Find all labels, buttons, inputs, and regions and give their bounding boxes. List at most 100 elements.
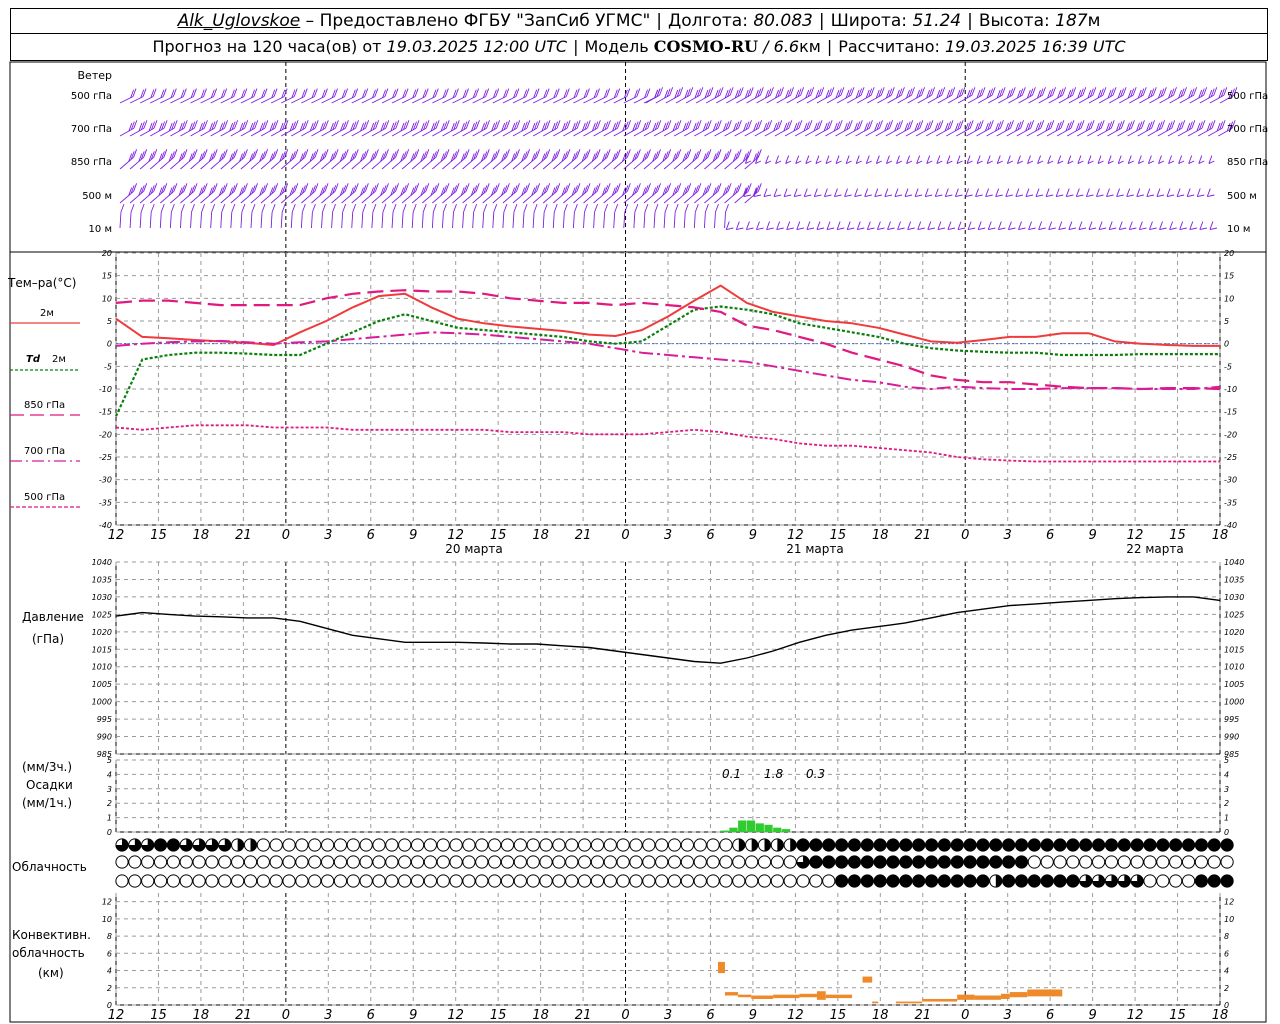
- wind-barb-staff: [1129, 227, 1137, 231]
- wind-barb-staff: [210, 212, 213, 229]
- wind-barb-staff: [391, 212, 394, 229]
- wind-barb-feather: [573, 203, 578, 213]
- wind-barb-feather: [536, 120, 541, 129]
- wind-barb-staff: [746, 227, 754, 231]
- wind-barb-feather: [1018, 221, 1022, 230]
- wind-barb-staff: [1119, 227, 1127, 231]
- wind-barb-feather: [324, 149, 329, 158]
- wind-barb-staff: [1106, 194, 1114, 198]
- cloud-empty: [410, 855, 425, 869]
- wind-barb-staff: [552, 212, 555, 229]
- wind-barb-staff: [894, 194, 903, 198]
- cloud-cover-symbol: [1053, 838, 1067, 852]
- cloud-cover-symbol: [1181, 874, 1196, 888]
- cloud-full: [886, 874, 900, 888]
- cloud-cover-symbol: [526, 838, 540, 852]
- cloud-cover-symbol: [423, 874, 437, 888]
- wind-barb: [995, 188, 1003, 198]
- wind-barb-feather: [1162, 87, 1167, 96]
- wind-barb-staff: [995, 194, 1003, 198]
- wind-barb-feather: [937, 221, 942, 230]
- cloud-full: [860, 855, 874, 869]
- wind-barb: [957, 221, 966, 231]
- wind-barb: [936, 155, 943, 164]
- wind-barb-feather: [1042, 87, 1046, 96]
- cloud-cover-symbol: [899, 838, 913, 852]
- wind-barb: [1018, 221, 1026, 231]
- cloud-cover-symbol: [1207, 838, 1221, 852]
- cloud-empty: [513, 838, 527, 852]
- wind-barb-staff: [847, 227, 855, 231]
- wind-barb-feather: [800, 87, 805, 96]
- wind-barb-feather: [1146, 188, 1151, 197]
- wind-barb-feather: [516, 120, 521, 129]
- wind-barb-feather: [667, 149, 672, 158]
- wind-barb-feather: [674, 203, 679, 213]
- wind-barb-feather: [951, 87, 956, 96]
- wind-barb-staff: [169, 212, 172, 229]
- wind-barb-staff: [351, 212, 354, 229]
- cloud-cover-symbol: [513, 855, 527, 869]
- wind-barb-feather: [352, 203, 357, 213]
- cloud-cover-symbol: [616, 855, 630, 869]
- wind-barb: [924, 188, 933, 198]
- precip-unit-3h: (мм/3ч.): [22, 760, 72, 774]
- wind-barb-feather: [1221, 120, 1226, 129]
- wind-barb-feather: [783, 188, 788, 197]
- cloud-cover-symbol: [642, 855, 656, 869]
- cloud-cover-symbol: [243, 855, 258, 869]
- wind-barb-feather: [231, 203, 236, 213]
- wind-barb-feather: [854, 188, 859, 197]
- wind-barb: [159, 203, 165, 229]
- wind-barb-feather: [133, 120, 138, 129]
- wind-barb-staff: [1149, 227, 1157, 231]
- wind-barb-staff: [381, 212, 384, 229]
- wind-barb-feather: [475, 183, 480, 192]
- wind-barb-feather: [793, 188, 798, 197]
- precip-unit-1h: (мм/1ч.): [22, 796, 72, 810]
- wind-barb-staff: [1187, 194, 1195, 198]
- wind-barb: [1196, 188, 1205, 198]
- cloud-empty: [488, 874, 502, 888]
- cloud-full: [1207, 874, 1221, 888]
- cloud-cover-symbol: [937, 874, 952, 888]
- cloud-cover-symbol: [770, 838, 784, 852]
- wind-barb-staff: [220, 212, 223, 229]
- wind-barb-feather: [1183, 87, 1187, 96]
- wind-barb-feather: [314, 183, 319, 192]
- cloud-empty: [565, 838, 579, 852]
- wind-barb-feather: [1075, 188, 1080, 197]
- wind-barb-feather: [1045, 188, 1050, 197]
- cloud-cover-symbol: [860, 874, 874, 888]
- cloud-cover-symbol: [1040, 855, 1054, 869]
- wind-barb-feather: [596, 149, 601, 158]
- wind-barb: [1057, 155, 1064, 164]
- cloud-empty: [269, 874, 283, 888]
- wind-barb-feather: [1058, 221, 1063, 230]
- wind-barb: [766, 221, 774, 231]
- wind-barb-staff: [230, 212, 233, 229]
- precip-label: 0.1: [722, 767, 741, 781]
- cloud-cover-symbol: [218, 838, 232, 852]
- convective-bar: [724, 992, 739, 996]
- wind-barb-feather: [738, 120, 742, 129]
- wind-barb: [502, 203, 508, 229]
- convective-bar: [1009, 992, 1028, 998]
- cloud-panel-title: Облачность: [12, 860, 87, 874]
- wind-barb-feather: [880, 87, 885, 96]
- wind-barb: [806, 221, 815, 231]
- wind-level-label-left: 850 гПа: [71, 157, 112, 168]
- wind-barb-staff: [965, 194, 973, 198]
- wind-barb: [411, 203, 417, 229]
- wind-barb-staff: [1076, 194, 1084, 198]
- wind-barb-feather: [473, 203, 478, 213]
- cloud-empty: [770, 855, 784, 869]
- y-tick-label-right: 12: [1224, 898, 1234, 907]
- wind-barb-feather: [947, 221, 952, 230]
- wind-barb-feather: [415, 183, 420, 192]
- cloud-empty: [1053, 855, 1067, 869]
- wind-barb-feather: [553, 203, 558, 213]
- y-tick-label-right: 6: [1224, 949, 1229, 958]
- wind-barb-staff: [796, 227, 804, 231]
- wind-barb-staff: [603, 212, 606, 229]
